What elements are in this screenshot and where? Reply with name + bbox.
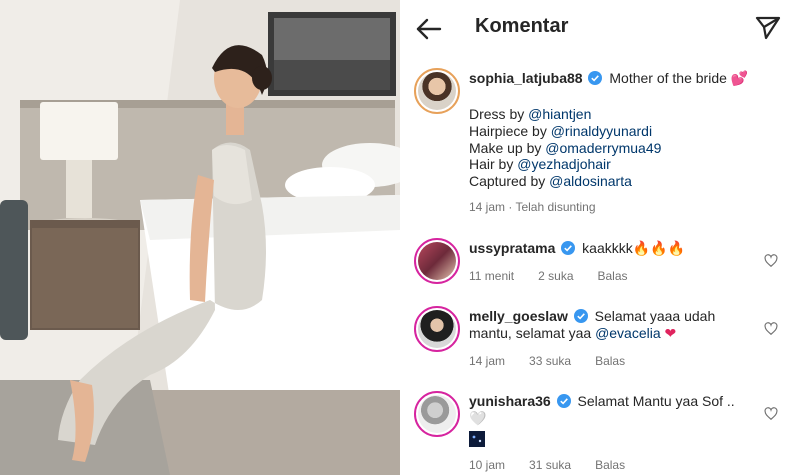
verified-badge-icon	[556, 394, 571, 408]
credit-prefix: Hair by	[469, 156, 518, 173]
like-heart-icon[interactable]	[764, 407, 778, 421]
mention-link[interactable]: @rinaldyyunardi	[551, 123, 652, 139]
comment-time: 11 menit	[469, 269, 515, 283]
caption-text: Mother of the bride	[609, 70, 727, 86]
comment-body: melly_goeslaw Selamat yaaa udah mantu, s…	[469, 308, 749, 370]
comment-time: 10 jam	[469, 458, 506, 472]
mention-link[interactable]: @evacelia	[595, 325, 661, 341]
like-heart-icon[interactable]	[764, 254, 778, 268]
mention-link[interactable]: @aldosinarta	[549, 173, 632, 189]
reply-button[interactable]: Balas	[595, 457, 625, 474]
credit-line: Hair by @yezhadjohair	[469, 156, 789, 173]
comment-username[interactable]: ussypratama	[469, 240, 555, 256]
comment-body: ussypratama kaakkkk🔥🔥🔥 11 menit 2 suka B…	[469, 240, 749, 285]
comment-username[interactable]: melly_goeslaw	[469, 308, 568, 324]
share-paper-plane-icon[interactable]	[754, 14, 782, 42]
comment-likes[interactable]: 33 suka	[529, 353, 571, 370]
credit-line: Captured by @aldosinarta	[469, 173, 789, 190]
credit-line: Make up by @omaderrymua49	[469, 140, 789, 157]
comment-text: kaakkkk	[582, 240, 633, 256]
comment-body: yunishara36 Selamat Mantu yaa Sof .. 🤍 1…	[469, 393, 749, 474]
mention-link[interactable]: @yezhadjohair	[517, 156, 611, 172]
page-title: Komentar	[475, 15, 569, 37]
comment-likes[interactable]: 2 suka	[538, 268, 573, 285]
comment-emoji: 🔥🔥🔥	[632, 241, 686, 257]
credit-prefix: Dress by	[469, 106, 529, 122]
credit-prefix: Captured by	[469, 173, 550, 190]
caption-emoji: 💕	[730, 71, 749, 87]
avatar[interactable]	[414, 391, 460, 437]
verified-badge-icon	[588, 71, 603, 85]
credit-prefix: Make up by	[469, 139, 546, 156]
post-photo	[0, 0, 400, 475]
credit-line: Hairpiece by @rinaldyyunardi	[469, 123, 789, 140]
reply-button[interactable]: Balas	[598, 268, 628, 285]
photo-illustration	[0, 0, 400, 475]
credit-prefix: Hairpiece by	[469, 122, 551, 139]
mention-link[interactable]: @omaderrymua49	[545, 140, 661, 156]
comment-emoji: 🤍	[469, 411, 487, 427]
back-arrow-icon[interactable]	[414, 14, 444, 44]
comment-likes[interactable]: 31 suka	[529, 457, 571, 474]
mention-link[interactable]: @hiantjen	[528, 106, 591, 122]
sparkle-icon	[469, 431, 749, 451]
like-heart-icon[interactable]	[764, 322, 778, 336]
reply-button[interactable]: Balas	[595, 353, 625, 370]
comments-panel: Komentar sophia_latjuba88 Mother of the …	[400, 0, 800, 475]
top-bar: Komentar	[400, 0, 800, 56]
comment-time: 14 jam	[469, 354, 506, 368]
verified-badge-icon	[573, 309, 588, 323]
comment-text: Selamat Mantu yaa Sof ..	[577, 393, 735, 409]
caption-meta: 14 jam · Telah disunting	[469, 199, 596, 214]
caption-credits: Dress by @hiantjen Hairpiece by @rinaldy…	[469, 106, 789, 190]
comment-username[interactable]: yunishara36	[469, 393, 551, 409]
caption-username[interactable]: sophia_latjuba88	[469, 70, 583, 86]
credit-line: Dress by @hiantjen	[469, 106, 789, 123]
comment-emoji: ❤	[664, 326, 677, 342]
caption-body: sophia_latjuba88 Mother of the bride 💕 D…	[469, 70, 789, 216]
avatar[interactable]	[414, 68, 460, 114]
avatar[interactable]	[414, 306, 460, 352]
verified-badge-icon	[561, 241, 576, 255]
avatar[interactable]	[414, 238, 460, 284]
